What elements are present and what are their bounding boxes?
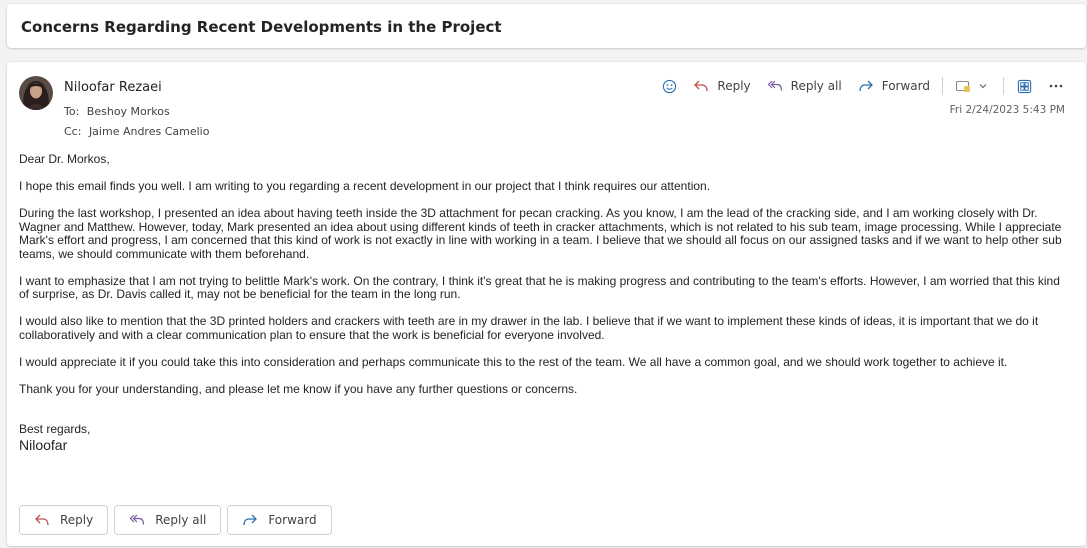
- reply-all-label: Reply all: [790, 79, 842, 93]
- sender-name[interactable]: Niloofar Rezaei: [64, 80, 162, 95]
- emoji-icon: [661, 78, 677, 94]
- body-paragraph: I want to emphasize that I am not trying…: [19, 273, 1060, 301]
- emoji-reaction-button[interactable]: [653, 76, 685, 96]
- tag-icon: [955, 78, 971, 94]
- body-paragraph: I hope this email finds you well. I am w…: [19, 179, 711, 193]
- body-paragraph: Thank you for your understanding, and pl…: [19, 381, 578, 396]
- sent-date: Fri 2/24/2023 5:43 PM: [949, 104, 1065, 116]
- more-actions-button[interactable]: [1040, 76, 1072, 96]
- forward-button[interactable]: Forward: [850, 76, 938, 96]
- to-recipient[interactable]: Beshoy Morkos: [87, 105, 170, 118]
- quick-forward-label: Forward: [268, 513, 317, 527]
- immersive-reader-button[interactable]: [1008, 76, 1040, 96]
- quick-reply-bar: Reply Reply all Forward: [19, 505, 332, 535]
- chevron-down-icon: [975, 78, 991, 94]
- immersive-reader-icon: [1016, 78, 1032, 94]
- forward-icon: [242, 512, 258, 528]
- body-paragraph: I would appreciate it if you could take …: [19, 354, 1008, 369]
- categorize-button[interactable]: [947, 76, 999, 96]
- recipients: To: Beshoy Morkos Cc: Jaime Andres Camel…: [64, 102, 209, 142]
- message-body: Dear Dr. Morkos, I hope this email finds…: [19, 152, 1069, 454]
- reply-icon: [693, 78, 709, 94]
- forward-icon: [858, 78, 874, 94]
- quick-reply-all-button[interactable]: Reply all: [114, 505, 222, 535]
- reply-button[interactable]: Reply: [685, 76, 758, 96]
- quick-forward-button[interactable]: Forward: [227, 505, 332, 535]
- signature: Niloofar: [19, 436, 68, 453]
- body-paragraph: I would also like to mention that the 3D…: [19, 314, 1039, 342]
- toolbar-divider: [1003, 77, 1004, 95]
- toolbar-divider: [942, 77, 943, 95]
- to-line: To: Beshoy Morkos: [64, 102, 209, 122]
- cc-label: Cc:: [64, 125, 82, 138]
- reply-label: Reply: [717, 79, 751, 93]
- reply-all-icon: [767, 78, 783, 94]
- email-subject: Concerns Regarding Recent Developments i…: [21, 18, 502, 36]
- quick-reply-all-label: Reply all: [155, 513, 207, 527]
- closing: Best regards,: [19, 422, 91, 436]
- to-label: To:: [64, 105, 80, 118]
- cc-line: Cc: Jaime Andres Camelio: [64, 122, 209, 142]
- message-card: Niloofar Rezaei To: Beshoy Morkos Cc: Ja…: [7, 62, 1086, 546]
- reply-all-button[interactable]: Reply all: [759, 76, 850, 96]
- body-paragraph: Dear Dr. Morkos,: [19, 152, 110, 166]
- quick-reply-label: Reply: [60, 513, 94, 527]
- subject-bar: Concerns Regarding Recent Developments i…: [7, 4, 1086, 48]
- forward-label: Forward: [881, 79, 930, 93]
- more-icon: [1048, 78, 1064, 94]
- message-toolbar: Reply Reply all Forward: [653, 76, 1072, 96]
- avatar[interactable]: [19, 76, 53, 110]
- quick-reply-button[interactable]: Reply: [19, 505, 109, 535]
- body-paragraph: During the last workshop, I presented an…: [19, 206, 1062, 261]
- cc-recipient[interactable]: Jaime Andres Camelio: [89, 125, 210, 138]
- reply-icon: [34, 512, 50, 528]
- reply-all-icon: [129, 512, 145, 528]
